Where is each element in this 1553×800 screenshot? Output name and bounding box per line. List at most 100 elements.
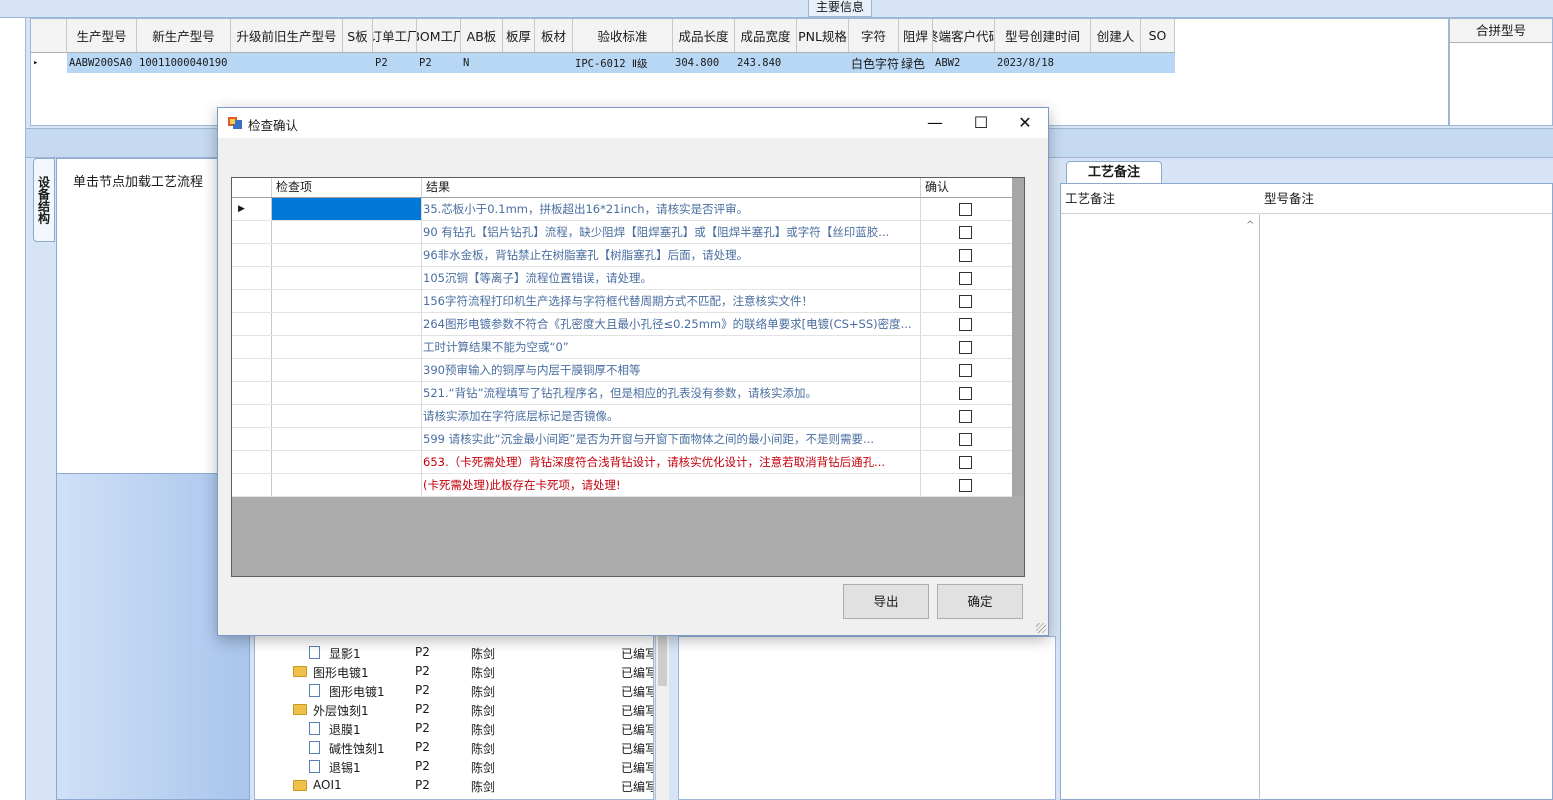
confirm-checkbox[interactable] bbox=[959, 387, 972, 400]
column-header[interactable]: 阻焊 bbox=[899, 19, 933, 52]
column-header[interactable]: 型号创建时间 bbox=[995, 19, 1091, 52]
check-item-cell[interactable] bbox=[272, 313, 422, 335]
table-cell[interactable] bbox=[503, 53, 535, 73]
table-cell[interactable]: IPC-6012 Ⅱ级 bbox=[573, 53, 673, 73]
table-cell[interactable]: 10011000040190 bbox=[137, 53, 231, 73]
header-result[interactable]: 结果 bbox=[422, 178, 921, 197]
column-header[interactable]: 创建人 bbox=[1091, 19, 1141, 52]
check-item-cell[interactable] bbox=[272, 451, 422, 473]
table-cell[interactable]: 绿色 bbox=[899, 53, 933, 73]
confirm-checkbox[interactable] bbox=[959, 203, 972, 216]
tree-node[interactable]: 退膜1 P2 陈剑 已编写 bbox=[255, 719, 653, 738]
check-row[interactable]: 599 请核实此“沉金最小间距”是否为开窗与开窗下面物体之间的最小间距，不是则需… bbox=[232, 428, 1012, 451]
ok-button[interactable]: 确定 bbox=[937, 584, 1023, 619]
table-cell[interactable]: 2023/8/18 bbox=[995, 53, 1091, 73]
row-selector[interactable] bbox=[232, 451, 272, 473]
dialog-titlebar[interactable]: 检查确认 — ☐ ✕ bbox=[218, 108, 1048, 138]
column-header[interactable]: 板厚 bbox=[503, 19, 535, 52]
column-header[interactable]: PNL规格 bbox=[797, 19, 849, 52]
row-selector[interactable] bbox=[232, 221, 272, 243]
check-item-cell[interactable] bbox=[272, 198, 422, 220]
check-item-cell[interactable] bbox=[272, 359, 422, 381]
check-row[interactable]: (卡死需处理)此板存在卡死项，请处理! bbox=[232, 474, 1012, 497]
column-header[interactable]: 成品宽度 bbox=[735, 19, 797, 52]
check-item-cell[interactable] bbox=[272, 428, 422, 450]
column-header[interactable]: 新生产型号 bbox=[137, 19, 231, 52]
row-selector[interactable] bbox=[232, 313, 272, 335]
confirm-checkbox[interactable] bbox=[959, 341, 972, 354]
check-row[interactable]: 264图形电镀参数不符合《孔密度大且最小孔径≤0.25mm》的联络单要求[电镀(… bbox=[232, 313, 1012, 336]
tree-node[interactable]: 碱性蚀刻1 P2 陈剑 已编写 bbox=[255, 738, 653, 757]
tree-scrollbar[interactable] bbox=[655, 630, 669, 800]
row-selector[interactable] bbox=[232, 267, 272, 289]
tree-node[interactable]: 退锡1 P2 陈剑 已编写 bbox=[255, 757, 653, 776]
check-item-cell[interactable] bbox=[272, 382, 422, 404]
row-selector[interactable] bbox=[232, 428, 272, 450]
check-item-cell[interactable] bbox=[272, 267, 422, 289]
row-selector[interactable] bbox=[232, 382, 272, 404]
row-selector[interactable] bbox=[232, 405, 272, 427]
tab-process-notes[interactable]: 工艺备注 bbox=[1066, 161, 1162, 183]
table-cell[interactable]: ABW2 bbox=[933, 53, 995, 73]
check-item-cell[interactable] bbox=[272, 290, 422, 312]
tree-node[interactable]: 外层蚀刻1 P2 陈剑 已编写 bbox=[255, 700, 653, 719]
confirm-checkbox[interactable] bbox=[959, 226, 972, 239]
export-button[interactable]: 导出 bbox=[843, 584, 929, 619]
grid-scrollbar[interactable] bbox=[1012, 178, 1024, 496]
table-cell[interactable]: P2 bbox=[373, 53, 417, 73]
table-cell[interactable]: P2 bbox=[417, 53, 461, 73]
check-row[interactable]: 105沉铜【等离子】流程位置错误，请处理。 bbox=[232, 267, 1012, 290]
check-row[interactable]: 156字符流程打印机生产选择与字符框代替周期方式不匹配，注意核实文件！ bbox=[232, 290, 1012, 313]
confirm-checkbox[interactable] bbox=[959, 433, 972, 446]
row-selector[interactable] bbox=[232, 336, 272, 358]
table-cell[interactable]: N bbox=[461, 53, 503, 73]
table-row[interactable]: ▸ AABW200SA0 10011000040190 P2 P2 N IPC-6012 Ⅱ… bbox=[31, 53, 1175, 73]
header-check-item[interactable]: 检查项 bbox=[272, 178, 422, 197]
table-cell[interactable]: AABW200SA0 bbox=[67, 53, 137, 73]
column-header[interactable]: S板 bbox=[343, 19, 373, 52]
check-row[interactable]: 521.“背钻”流程填写了钻孔程序名，但是相应的孔表没有参数，请核实添加。 bbox=[232, 382, 1012, 405]
table-cell[interactable] bbox=[231, 53, 343, 73]
row-selector[interactable] bbox=[232, 359, 272, 381]
tab-device-structure[interactable]: 设备结构 bbox=[33, 158, 55, 242]
column-header[interactable]: 终端客户代码 bbox=[933, 19, 995, 52]
check-row[interactable]: ▶ 35.芯板小于0.1mm，拼板超出16*21inch，请核实是否评审。 bbox=[232, 198, 1012, 221]
check-item-cell[interactable] bbox=[272, 336, 422, 358]
row-selector[interactable]: ▶ bbox=[232, 198, 272, 220]
check-row[interactable]: 90 有钻孔【铝片钻孔】流程，缺少阻焊【阻焊塞孔】或【阻焊半塞孔】或字符【丝印蓝… bbox=[232, 221, 1012, 244]
confirm-checkbox[interactable] bbox=[959, 479, 972, 492]
column-header[interactable]: AB板 bbox=[461, 19, 503, 52]
header-confirm[interactable]: 确认 bbox=[921, 178, 1011, 197]
table-cell[interactable] bbox=[343, 53, 373, 73]
column-header[interactable]: 验收标准 bbox=[573, 19, 673, 52]
tree-node[interactable]: 图形电镀1 P2 陈剑 已编写 bbox=[255, 681, 653, 700]
tree-node[interactable]: 显影1 P2 陈剑 已编写 bbox=[255, 643, 653, 662]
row-selector[interactable] bbox=[232, 474, 272, 496]
confirm-checkbox[interactable] bbox=[959, 364, 972, 377]
confirm-checkbox[interactable] bbox=[959, 249, 972, 262]
check-item-cell[interactable] bbox=[272, 244, 422, 266]
table-cell[interactable]: 243.840 bbox=[735, 53, 797, 73]
maximize-button[interactable]: ☐ bbox=[958, 108, 1004, 138]
tab-main-info[interactable]: 主要信息 bbox=[808, 0, 872, 17]
check-row[interactable]: 96非水金板，背钻禁止在树脂塞孔【树脂塞孔】后面，请处理。 bbox=[232, 244, 1012, 267]
confirm-checkbox[interactable] bbox=[959, 318, 972, 331]
table-cell[interactable]: 304.800 bbox=[673, 53, 735, 73]
resize-grip[interactable] bbox=[1036, 623, 1046, 633]
column-header[interactable]: 订单工厂 bbox=[373, 19, 417, 52]
column-header[interactable]: 生产型号 bbox=[67, 19, 137, 52]
table-cell[interactable]: 白色字符 bbox=[849, 53, 899, 73]
confirm-checkbox[interactable] bbox=[959, 456, 972, 469]
check-item-cell[interactable] bbox=[272, 405, 422, 427]
confirm-checkbox[interactable] bbox=[959, 272, 972, 285]
column-header[interactable]: 成品长度 bbox=[673, 19, 735, 52]
table-cell[interactable] bbox=[535, 53, 573, 73]
check-row[interactable]: 工时计算结果不能为空或“0” bbox=[232, 336, 1012, 359]
chevron-up-icon[interactable]: ^ bbox=[1246, 220, 1254, 231]
check-row[interactable]: 请核实添加在字符底层标记是否镜像。 bbox=[232, 405, 1012, 428]
row-selector[interactable] bbox=[232, 244, 272, 266]
column-header[interactable]: 板材 bbox=[535, 19, 573, 52]
confirm-checkbox[interactable] bbox=[959, 410, 972, 423]
check-item-cell[interactable] bbox=[272, 474, 422, 496]
column-header[interactable]: SO bbox=[1141, 19, 1175, 52]
